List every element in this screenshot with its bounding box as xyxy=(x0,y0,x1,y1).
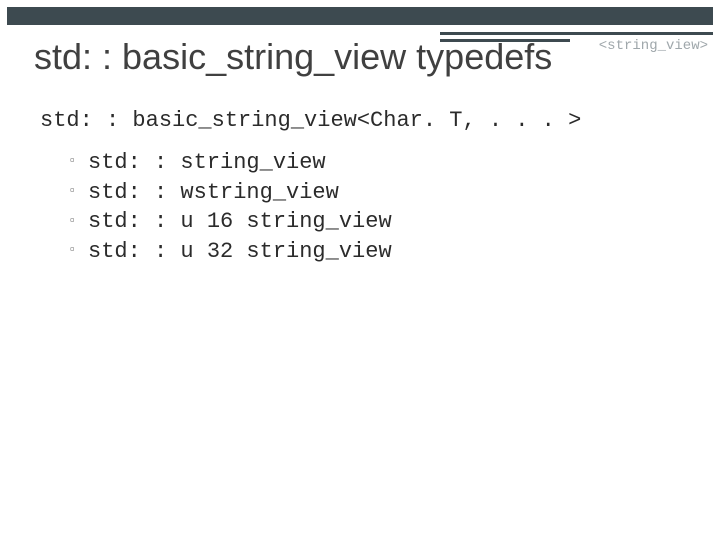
bullet-icon: ▫ xyxy=(70,151,88,169)
template-heading: std: : basic_string_view<Char. T, . . . … xyxy=(40,108,581,133)
top-decorative-band xyxy=(7,7,713,25)
list-item-label: std: : u 16 string_view xyxy=(88,209,392,234)
list-item-label: std: : u 32 string_view xyxy=(88,239,392,264)
bullet-icon: ▫ xyxy=(70,240,88,258)
bullet-icon: ▫ xyxy=(70,181,88,199)
typedef-list: ▫std: : string_view ▫std: : wstring_view… xyxy=(70,148,392,267)
list-item: ▫std: : string_view xyxy=(70,148,392,178)
accent-line-top xyxy=(440,32,713,35)
header-tag: <string_view> xyxy=(599,38,708,54)
list-item-label: std: : string_view xyxy=(88,150,326,175)
slide-title: std: : basic_string_view typedefs xyxy=(34,36,552,78)
bullet-icon: ▫ xyxy=(70,211,88,229)
list-item: ▫std: : u 16 string_view xyxy=(70,207,392,237)
list-item: ▫std: : u 32 string_view xyxy=(70,237,392,267)
list-item: ▫std: : wstring_view xyxy=(70,178,392,208)
slide: <string_view> std: : basic_string_view t… xyxy=(0,0,720,540)
list-item-label: std: : wstring_view xyxy=(88,180,339,205)
